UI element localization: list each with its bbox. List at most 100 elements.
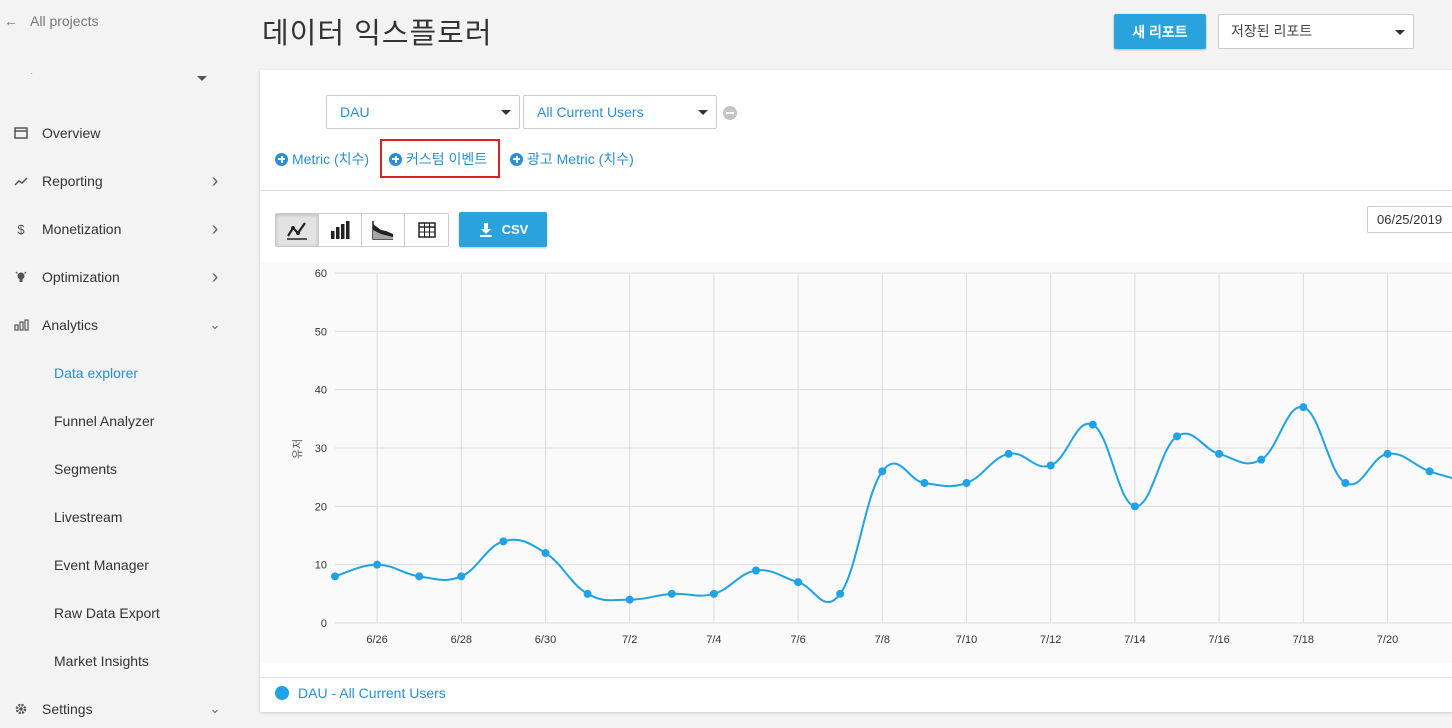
remove-row-icon[interactable] [723, 106, 737, 120]
saved-reports-select[interactable]: 저장된 리포트 [1218, 14, 1414, 49]
add-ad-metric-label: 광고 Metric (치수) [527, 151, 634, 167]
chevron-down-icon [501, 110, 511, 115]
sidebar-item-label: Monetization [42, 221, 122, 237]
sidebar-item-label: Settings [42, 701, 93, 717]
plus-circle-icon [275, 152, 288, 166]
x-tick-label: 7/2 [622, 634, 637, 646]
metric-select-value: DAU [340, 104, 370, 120]
sidebar-item-overview[interactable]: Overview [0, 113, 225, 153]
x-tick-label: 7/6 [790, 634, 805, 646]
chart-type-toggle [275, 213, 449, 247]
sidebar-item-raw-data-export[interactable]: Raw Data Export [54, 601, 160, 625]
data-point [752, 566, 760, 575]
new-report-button[interactable]: 새 리포트 [1114, 14, 1206, 49]
csv-label: CSV [501, 222, 529, 237]
back-to-projects-link[interactable]: ← All projects [4, 13, 98, 29]
x-tick-label: 7/14 [1124, 634, 1145, 646]
data-point [415, 572, 424, 581]
sidebar-item-segments[interactable]: Segments [54, 457, 117, 481]
bar-chart-button[interactable] [319, 214, 362, 246]
data-point [1004, 449, 1013, 458]
y-tick-label: 0 [321, 618, 327, 630]
date-range-input[interactable]: 06/25/2019 [1367, 206, 1452, 233]
bar-chart-icon [0, 319, 42, 331]
data-point [1341, 479, 1350, 487]
csv-download-button[interactable]: CSV [459, 212, 547, 247]
sidebar-item-event-manager[interactable]: Event Manager [54, 553, 149, 577]
sidebar-item-livestream[interactable]: Livestream [54, 505, 122, 529]
x-tick-label: 7/18 [1293, 634, 1314, 646]
data-point [1046, 461, 1055, 470]
x-tick-label: 7/4 [706, 634, 721, 646]
data-point [541, 549, 550, 557]
line-chart-icon [287, 222, 307, 240]
data-point [1299, 403, 1308, 412]
bar-chart-icon [331, 221, 350, 239]
segment-select-value: All Current Users [537, 104, 644, 120]
add-metric-label: Metric (치수) [292, 151, 370, 167]
sidebar-item-funnel-analyzer[interactable]: Funnel Analyzer [54, 409, 154, 433]
data-point [1257, 455, 1266, 464]
data-point [331, 572, 339, 581]
data-point [499, 537, 508, 546]
data-point [1088, 420, 1097, 429]
line-chart-button[interactable] [276, 214, 319, 246]
data-point [962, 479, 971, 487]
y-tick-label: 40 [315, 385, 327, 397]
saved-reports-label: 저장된 리포트 [1231, 23, 1313, 39]
chevron-down-icon: ⌄ [209, 317, 221, 332]
data-point [836, 589, 845, 598]
sidebar-item-market-insights[interactable]: Market Insights [54, 649, 149, 673]
dau-line-chart: 0 10 20 30 40 50 60 6/26 6/28 6/30 7/2 7/4 7/6 7/8 7/1… [260, 263, 1452, 663]
data-point [920, 479, 929, 487]
sidebar-item-monetization[interactable]: $ Monetization › [0, 209, 225, 249]
data-point [1215, 449, 1224, 458]
sidebar: ← All projects · Overview Reporting › $ … [0, 0, 232, 728]
x-tick-label: 7/8 [875, 634, 890, 646]
table-view-button[interactable] [405, 214, 448, 246]
data-point [1173, 432, 1181, 441]
sidebar-item-settings[interactable]: Settings ⌄ [0, 689, 225, 728]
download-icon [479, 222, 492, 237]
window-icon [0, 127, 42, 139]
sidebar-item-data-explorer[interactable]: Data explorer [54, 361, 138, 385]
chevron-right-icon: › [211, 265, 219, 288]
sidebar-item-optimization[interactable]: Optimization › [0, 257, 225, 297]
chart-legend[interactable]: DAU - All Current Users [275, 685, 446, 701]
page-title: 데이터 익스플로러 [262, 18, 493, 50]
sidebar-item-label: Analytics [42, 317, 99, 333]
sidebar-item-reporting[interactable]: Reporting › [0, 161, 225, 201]
area-chart-button[interactable] [362, 214, 405, 246]
add-metric-link[interactable]: Metric (치수) [275, 150, 369, 168]
sidebar-item-label: Optimization [42, 269, 120, 285]
legend-series-label: DAU - All Current Users [298, 685, 446, 701]
data-point [583, 589, 592, 598]
plus-circle-icon [510, 152, 523, 166]
gear-icon [0, 702, 42, 716]
y-tick-label: 10 [315, 560, 327, 572]
data-point [1425, 467, 1434, 476]
highlight-annotation-box [380, 139, 500, 178]
chart-background [260, 263, 1452, 663]
bulb-icon [0, 270, 42, 284]
metric-select[interactable]: DAU [326, 95, 520, 129]
x-tick-label: 6/28 [451, 634, 472, 646]
area-chart-icon [372, 221, 393, 240]
y-tick-label: 60 [315, 268, 327, 280]
data-point [625, 595, 634, 604]
x-tick-label: 7/16 [1208, 634, 1229, 646]
x-tick-label: 7/20 [1377, 634, 1398, 646]
project-selector[interactable]: · [0, 68, 215, 96]
segment-select[interactable]: All Current Users [523, 95, 717, 129]
sidebar-item-label: Reporting [42, 173, 103, 189]
add-ad-metric-link[interactable]: 광고 Metric (치수) [510, 150, 634, 168]
sidebar-item-label: Overview [42, 125, 101, 141]
y-tick-label: 30 [315, 443, 327, 455]
legend-series-marker [275, 686, 289, 700]
x-tick-label: 7/10 [956, 634, 977, 646]
back-link-label: All projects [30, 13, 99, 29]
chevron-down-icon [197, 76, 207, 81]
sidebar-item-analytics[interactable]: Analytics ⌄ [0, 305, 225, 345]
data-point [1383, 449, 1392, 458]
x-tick-label: 6/26 [366, 634, 387, 646]
